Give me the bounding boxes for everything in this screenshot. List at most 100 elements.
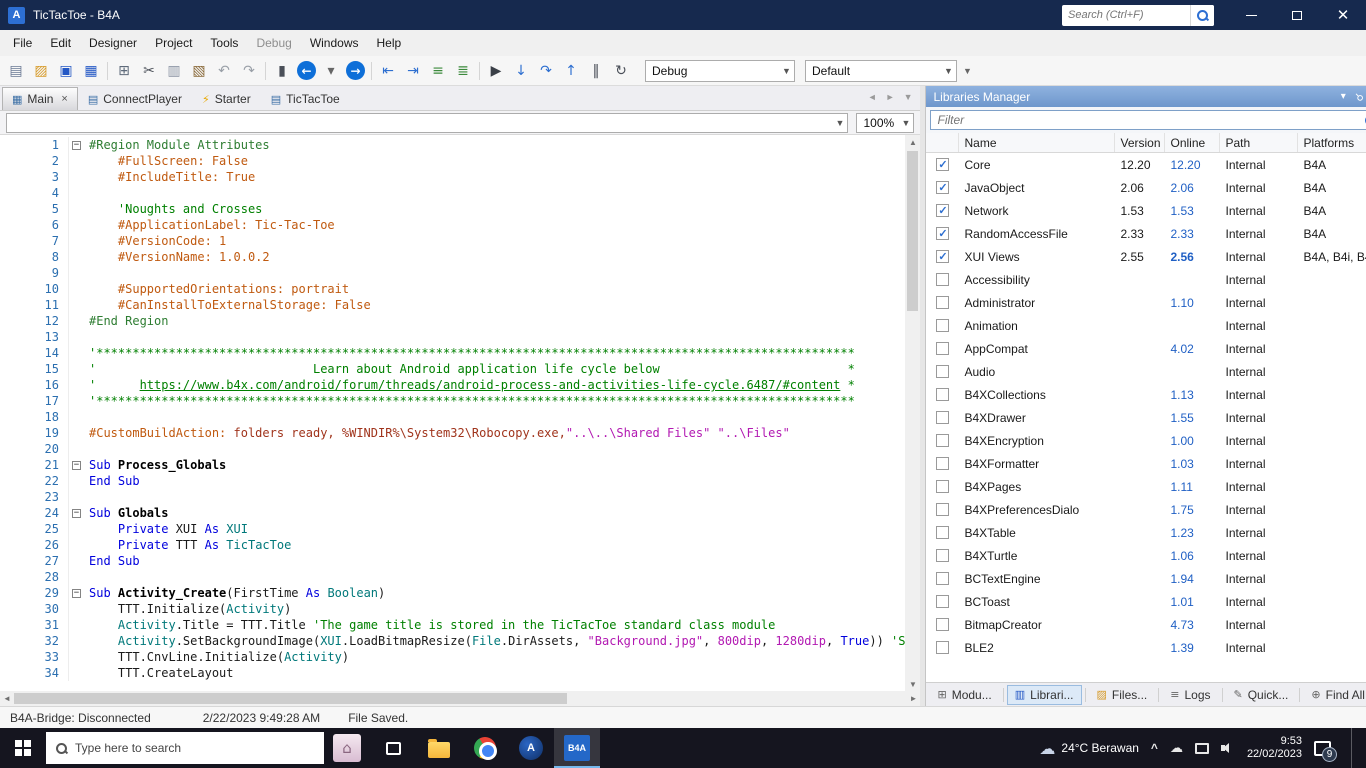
undo-button[interactable]: ↶	[212, 59, 236, 83]
library-row-b4xformatter[interactable]: B4XFormatter1.03Internal	[926, 452, 1366, 475]
collapse-icon[interactable]: −	[72, 509, 81, 518]
back-history-dropdown-button[interactable]: ▾	[319, 59, 343, 83]
library-row-administrator[interactable]: Administrator1.10Internal	[926, 291, 1366, 314]
scroll-down-icon[interactable]: ▼	[905, 677, 920, 691]
panel-tab-find-all[interactable]: ⊕Find All...	[1303, 685, 1366, 705]
save-all-button[interactable]: ▦	[79, 59, 103, 83]
code-line[interactable]: 3 #IncludeTitle: True	[0, 169, 905, 185]
library-checkbox[interactable]	[936, 618, 949, 631]
code-line[interactable]: 14'*************************************…	[0, 345, 905, 361]
code-line[interactable]: 26 Private TTT As TicTacToe	[0, 537, 905, 553]
panel-tab-librari[interactable]: ▥Librari...	[1007, 685, 1082, 705]
fold-toggle[interactable]: −	[68, 505, 84, 521]
library-row-bctextengine[interactable]: BCTextEngine1.94Internal	[926, 567, 1366, 590]
library-checkbox[interactable]	[936, 595, 949, 608]
menu-edit[interactable]: Edit	[41, 31, 80, 55]
library-checkbox[interactable]	[936, 434, 949, 447]
library-checkbox[interactable]	[936, 365, 949, 378]
code-line[interactable]: 5 'Noughts and Crosses	[0, 201, 905, 217]
titlebar-search-box[interactable]	[1062, 5, 1214, 26]
code-line[interactable]: 4	[0, 185, 905, 201]
restart-button[interactable]: ↻	[609, 59, 633, 83]
library-row-bctoast[interactable]: BCToast1.01Internal	[926, 590, 1366, 613]
code-line[interactable]: 1−#Region Module Attributes	[0, 137, 905, 153]
designer-button[interactable]: ⊞	[112, 59, 136, 83]
library-row-b4xencryption[interactable]: B4XEncryption1.00Internal	[926, 429, 1366, 452]
code-line[interactable]: 23	[0, 489, 905, 505]
start-button[interactable]	[0, 728, 46, 768]
file-explorer-button[interactable]	[416, 728, 462, 768]
code-line[interactable]: 24−Sub Globals	[0, 505, 905, 521]
library-checkbox[interactable]	[936, 572, 949, 585]
code-line[interactable]: 34 TTT.CreateLayout	[0, 665, 905, 681]
navigate-back-button[interactable]: ←	[297, 61, 316, 80]
open-project-button[interactable]: ▨	[29, 59, 53, 83]
step-out-button[interactable]: ↑	[559, 59, 583, 83]
tab-tictactoe[interactable]: ▤TicTacToe	[261, 87, 350, 110]
library-row-b4xcollections[interactable]: B4XCollections1.13Internal	[926, 383, 1366, 406]
library-row-b4xpages[interactable]: B4XPages1.11Internal	[926, 475, 1366, 498]
paste-button[interactable]: ▧	[187, 59, 211, 83]
code-line[interactable]: 9	[0, 265, 905, 281]
library-filter-box[interactable]	[930, 110, 1366, 130]
library-row-bitmapcreator[interactable]: BitmapCreator4.73Internal	[926, 613, 1366, 636]
indent-button[interactable]: ⇥	[401, 59, 425, 83]
library-checkbox[interactable]	[936, 296, 949, 309]
library-checkbox[interactable]	[936, 480, 949, 493]
task-view-button[interactable]	[370, 728, 416, 768]
b4a-bridge-button[interactable]: A	[508, 728, 554, 768]
column-header-online[interactable]: Online	[1165, 133, 1220, 152]
code-editor[interactable]: 1−#Region Module Attributes2 #FullScreen…	[0, 135, 920, 691]
close-button[interactable]: ✕	[1320, 0, 1366, 30]
tab-starter[interactable]: ⚡Starter	[192, 87, 261, 110]
editor-vertical-scrollbar[interactable]: ▲ ▼	[905, 135, 920, 691]
column-header-version[interactable]: Version	[1115, 133, 1165, 152]
taskbar-clock[interactable]: 9:53 22/02/2023	[1247, 735, 1302, 761]
bookmark-button[interactable]: ▮	[270, 59, 294, 83]
library-row-b4xpreferencesdialo[interactable]: B4XPreferencesDialo1.75Internal	[926, 498, 1366, 521]
library-checkbox[interactable]: ✓	[936, 250, 949, 263]
menu-windows[interactable]: Windows	[301, 31, 368, 55]
column-header-name[interactable]: Name	[959, 133, 1115, 152]
code-line[interactable]: 29−Sub Activity_Create(FirstTime As Bool…	[0, 585, 905, 601]
menu-help[interactable]: Help	[368, 31, 411, 55]
tab-scroll-right-icon[interactable]: ►	[886, 92, 895, 102]
library-row-randomaccessfile[interactable]: ✓RandomAccessFile2.332.33InternalB4A	[926, 222, 1366, 245]
collapse-icon[interactable]: −	[72, 461, 81, 470]
scroll-left-icon[interactable]: ◄	[0, 691, 14, 706]
library-row-animation[interactable]: AnimationInternal	[926, 314, 1366, 337]
code-line[interactable]: 18	[0, 409, 905, 425]
code-line[interactable]: 28	[0, 569, 905, 585]
fold-toggle[interactable]: −	[68, 585, 84, 601]
tab-connectplayer[interactable]: ▤ConnectPlayer	[78, 87, 192, 110]
code-line[interactable]: 2 #FullScreen: False	[0, 153, 905, 169]
zoom-combo[interactable]: 100% ▼	[856, 113, 914, 133]
column-header-path[interactable]: Path	[1220, 133, 1298, 152]
member-navigator-combo[interactable]: ▼	[6, 113, 848, 133]
menu-designer[interactable]: Designer	[80, 31, 146, 55]
code-line[interactable]: 22End Sub	[0, 473, 905, 489]
library-checkbox[interactable]	[936, 388, 949, 401]
library-checkbox[interactable]	[936, 319, 949, 332]
code-line[interactable]: 21−Sub Process_Globals	[0, 457, 905, 473]
tab-main[interactable]: ▦Main×	[2, 87, 78, 110]
code-line[interactable]: 27End Sub	[0, 553, 905, 569]
search-highlight-button[interactable]: ⌂	[324, 728, 370, 768]
code-line[interactable]: 16' https://www.b4x.com/android/forum/th…	[0, 377, 905, 393]
uncomment-button[interactable]: ≣	[451, 59, 475, 83]
code-line[interactable]: 32 Activity.SetBackgroundImage(XUI.LoadB…	[0, 633, 905, 649]
library-row-b4xdrawer[interactable]: B4XDrawer1.55Internal	[926, 406, 1366, 429]
code-line[interactable]: 19#CustomBuildAction: folders ready, %WI…	[0, 425, 905, 441]
tab-list-dropdown-icon[interactable]: ▼	[904, 92, 913, 102]
code-line[interactable]: 6 #ApplicationLabel: Tic-Tac-Toe	[0, 217, 905, 233]
outdent-button[interactable]: ⇤	[376, 59, 400, 83]
library-row-ble2[interactable]: BLE21.39Internal	[926, 636, 1366, 659]
volume-tray-icon[interactable]	[1221, 742, 1235, 754]
library-checkbox[interactable]: ✓	[936, 227, 949, 240]
tray-chevron-up-icon[interactable]: ^	[1151, 741, 1158, 755]
library-checkbox[interactable]	[936, 411, 949, 424]
panel-dropdown-icon[interactable]: ▾	[1341, 91, 1346, 102]
menu-file[interactable]: File	[4, 31, 41, 55]
tab-scroll-left-icon[interactable]: ◄	[868, 92, 877, 102]
comment-button[interactable]: ≡	[426, 59, 450, 83]
